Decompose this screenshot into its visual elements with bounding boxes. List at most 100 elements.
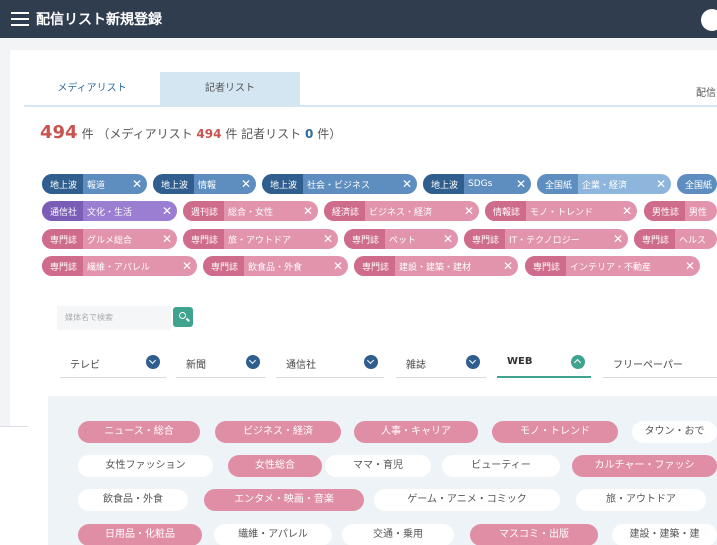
- page-title: 配信リスト新規登録: [36, 12, 162, 28]
- close-icon[interactable]: ✕: [397, 174, 417, 194]
- total-count: 494: [40, 122, 78, 143]
- tab-news-agency[interactable]: 通信社: [276, 350, 384, 378]
- genre-option[interactable]: ビューティー: [442, 455, 560, 477]
- selected-chip: 専門誌 建設・建築・建材 ✕: [354, 256, 518, 276]
- left-edge-panel: [0, 426, 28, 545]
- chip-category: 地上波: [262, 174, 304, 194]
- chip-label: モノ・トレンド: [530, 207, 594, 218]
- genre-option[interactable]: 女性ファッション: [78, 455, 213, 477]
- reporter-suffix: 件）: [317, 127, 342, 141]
- close-icon[interactable]: ✕: [236, 174, 256, 194]
- selected-chip: 地上波 社会・ビジネス ✕: [262, 174, 417, 194]
- selected-chip: 全国紙: [677, 174, 717, 194]
- close-icon[interactable]: ✕: [438, 229, 458, 249]
- genre-option[interactable]: 旅・アウトドア: [576, 489, 706, 511]
- chevron-down-icon: [466, 355, 480, 369]
- genre-option[interactable]: 交通・乗用: [342, 524, 454, 545]
- genre-option[interactable]: 日用品・化粧品: [78, 524, 202, 545]
- genre-option[interactable]: ゲーム・アニメ・コミック: [374, 489, 560, 511]
- tab-label: 雑誌: [406, 360, 426, 371]
- tab-delivery[interactable]: 配信: [696, 84, 716, 99]
- genre-option[interactable]: ママ・育児: [325, 455, 431, 477]
- close-icon[interactable]: ✕: [498, 256, 518, 276]
- tab-underline: [24, 105, 717, 107]
- reporter-prefix: 記者リスト: [241, 127, 302, 141]
- genre-option[interactable]: 建設・建築・建: [612, 524, 717, 545]
- selected-chip: 通信社 文化・生活 ✕: [42, 201, 177, 221]
- close-icon[interactable]: ✕: [298, 201, 318, 221]
- chevron-down-icon: [246, 355, 260, 369]
- genre-option[interactable]: ビジネス・経済: [215, 421, 341, 443]
- chip-category: 経済誌: [324, 201, 366, 221]
- selected-chip: 男性誌 男性: [644, 201, 717, 221]
- total-unit: 件: [81, 127, 94, 141]
- chip-category: 通信社: [42, 201, 84, 221]
- selected-chip: 経済誌 ビジネス・経済 ✕: [324, 201, 479, 221]
- selected-chip: 専門誌 ペット ✕: [344, 229, 458, 249]
- genre-option[interactable]: 飲食品・外食: [78, 489, 188, 511]
- close-icon[interactable]: ✕: [651, 174, 671, 194]
- chip-category: 地上波: [42, 174, 84, 194]
- close-icon[interactable]: ✕: [127, 174, 147, 194]
- chip-label: 旅・アウトドア: [228, 235, 292, 246]
- selected-chip: 地上波 情報 ✕: [153, 174, 256, 194]
- chip-label: 企業・経済: [582, 180, 628, 191]
- chip-label: 男性: [689, 207, 708, 218]
- genre-option[interactable]: モノ・トレンド: [492, 421, 618, 443]
- chevron-down-icon: [364, 355, 378, 369]
- media-count: 494: [196, 127, 222, 141]
- hamburger-menu-icon[interactable]: [11, 12, 29, 26]
- chip-category: 専門誌: [634, 229, 676, 249]
- tab-newspaper[interactable]: 新聞: [176, 350, 266, 378]
- genre-option[interactable]: マスコミ・出版: [470, 524, 598, 545]
- tab-media-list[interactable]: メディアリスト: [24, 72, 160, 105]
- search-button[interactable]: [173, 307, 193, 327]
- selected-chip: 情報誌 モノ・トレンド ✕: [485, 201, 637, 221]
- selected-chip: 専門誌 繊維・アパレル ✕: [42, 256, 197, 276]
- result-count: 494 件 （メディアリスト 494 件 記者リスト 0 件）: [40, 122, 341, 143]
- chip-label: IT・テクノロジー: [509, 235, 580, 246]
- chip-label: 社会・ビジネス: [307, 180, 371, 191]
- chip-label: 飲食品・外食: [248, 262, 303, 273]
- chip-label: ペット: [389, 235, 417, 246]
- chip-category: 地上波: [153, 174, 195, 194]
- chip-category: 情報誌: [485, 201, 527, 221]
- reporter-count: 0: [305, 127, 314, 141]
- media-unit: 件: [225, 127, 238, 141]
- close-icon[interactable]: ✕: [157, 201, 177, 221]
- genre-option[interactable]: エンタメ・映画・音楽: [204, 489, 364, 511]
- selected-chip: 専門誌 インテリア・不動産 ✕: [525, 256, 700, 276]
- close-icon[interactable]: ✕: [328, 256, 348, 276]
- chip-label: インテリア・不動産: [570, 262, 652, 273]
- close-icon[interactable]: ✕: [608, 229, 628, 249]
- selected-chip: 地上波 SDGs ✕: [423, 174, 531, 194]
- close-icon[interactable]: ✕: [459, 201, 479, 221]
- genre-option[interactable]: 人事・キャリア: [354, 421, 478, 443]
- chip-label: ヘルス: [679, 235, 707, 246]
- tab-reporter-list[interactable]: 記者リスト: [160, 72, 300, 105]
- close-icon[interactable]: ✕: [511, 174, 531, 194]
- search-input[interactable]: 媒体名で検索: [57, 306, 171, 330]
- genre-option[interactable]: 女性総合: [228, 455, 322, 477]
- chip-label: グルメ総合: [87, 235, 133, 246]
- toggle-switch[interactable]: [701, 9, 717, 31]
- selected-chip: 専門誌 IT・テクノロジー ✕: [464, 229, 628, 249]
- close-icon[interactable]: ✕: [177, 256, 197, 276]
- chip-label: 情報: [198, 180, 217, 191]
- tab-magazine[interactable]: 雑誌: [396, 350, 486, 378]
- selected-chip: 専門誌 グルメ総合 ✕: [42, 229, 177, 249]
- close-icon[interactable]: ✕: [680, 256, 700, 276]
- genre-option[interactable]: ニュース・総合: [78, 421, 200, 443]
- genre-option[interactable]: カルチャー・ファッシ: [572, 455, 717, 477]
- close-icon[interactable]: ✕: [617, 201, 637, 221]
- tab-free-paper[interactable]: フリーペーパー: [603, 350, 717, 378]
- tab-web[interactable]: WEB: [497, 350, 591, 378]
- close-icon[interactable]: ✕: [157, 229, 177, 249]
- chip-category: 専門誌: [344, 229, 386, 249]
- tab-tv[interactable]: テレビ: [60, 350, 166, 378]
- genre-option[interactable]: 繊維・アパレル: [214, 524, 332, 545]
- tab-label: テレビ: [70, 360, 100, 371]
- close-icon[interactable]: ✕: [318, 229, 338, 249]
- selected-chip: 専門誌 ヘルス: [634, 229, 717, 249]
- genre-option[interactable]: タウン・おで: [632, 421, 717, 443]
